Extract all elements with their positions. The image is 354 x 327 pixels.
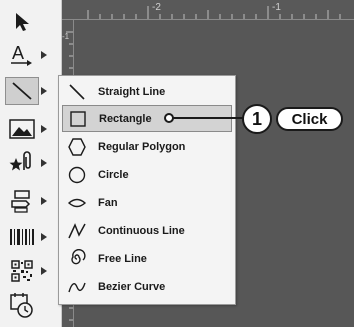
image-icon [5, 115, 39, 143]
image-tool[interactable] [5, 114, 57, 144]
rectangle-icon [65, 107, 91, 131]
free-line-icon [64, 247, 90, 271]
tool-palette: A [0, 0, 62, 327]
ruler-label: -2 [152, 2, 161, 13]
polygon-icon [64, 135, 90, 159]
menu-item-straight-line[interactable]: Straight Line [62, 78, 232, 105]
expand-arrow-icon[interactable] [39, 223, 49, 251]
select-tool[interactable] [5, 6, 57, 36]
expand-arrow-icon[interactable] [39, 149, 49, 177]
line-tool-icon [5, 77, 39, 105]
callout-click-label: Click [276, 107, 343, 131]
menu-item-regular-polygon[interactable]: Regular Polygon [62, 133, 232, 160]
text-tool[interactable]: A [5, 40, 57, 70]
bezier-curve-icon [64, 275, 90, 299]
menu-item-label: Regular Polygon [98, 140, 186, 153]
step-number-badge: 1 [242, 104, 272, 134]
ruler-label: -1 [62, 32, 70, 41]
menu-item-label: Free Line [98, 252, 147, 265]
text-a-icon: A [5, 41, 39, 69]
menu-item-label: Continuous Line [98, 224, 185, 237]
calendar-clock-icon [5, 291, 39, 319]
expand-arrow-icon[interactable] [39, 187, 49, 215]
clipart-tool[interactable] [5, 148, 57, 178]
qrcode-icon [5, 257, 39, 285]
cursor-arrow-icon [5, 7, 39, 35]
flowchart-icon [5, 187, 39, 215]
datetime-tool[interactable] [5, 290, 57, 320]
clipart-icon [5, 149, 39, 177]
barcode-icon [5, 223, 39, 251]
menu-item-circle[interactable]: Circle [62, 161, 232, 188]
circle-icon [64, 163, 90, 187]
fan-icon [64, 191, 90, 215]
svg-text:A: A [12, 43, 24, 63]
expand-arrow-icon[interactable] [39, 41, 49, 69]
menu-item-bezier-curve[interactable]: Bezier Curve [62, 273, 232, 300]
flowchart-tool[interactable] [5, 186, 57, 216]
menu-item-label: Circle [98, 168, 129, 181]
menu-item-fan[interactable]: Fan [62, 189, 232, 216]
menu-item-label: Bezier Curve [98, 280, 166, 293]
continuous-line-icon [64, 219, 90, 243]
menu-item-label: Rectangle [99, 112, 152, 125]
ruler-ticks [62, 6, 354, 20]
expand-arrow-icon[interactable] [39, 115, 49, 143]
shape-flyout-menu: Straight Line Rectangle Regular Polygon … [58, 75, 236, 305]
menu-item-label: Fan [98, 196, 118, 209]
menu-item-label: Straight Line [98, 85, 166, 98]
callout-connector [168, 117, 246, 119]
expand-arrow-icon[interactable] [39, 77, 49, 105]
straight-line-icon [64, 80, 90, 104]
callout-pointer-dot [164, 113, 174, 123]
menu-item-continuous-line[interactable]: Continuous Line [62, 217, 232, 244]
horizontal-ruler: -2 -1 [62, 0, 354, 20]
qrcode-tool[interactable] [5, 256, 57, 286]
line-tool[interactable] [5, 76, 57, 106]
expand-arrow-icon[interactable] [39, 257, 49, 285]
barcode-tool[interactable] [5, 222, 57, 252]
ruler-label: -1 [272, 2, 281, 13]
menu-item-free-line[interactable]: Free Line [62, 245, 232, 272]
